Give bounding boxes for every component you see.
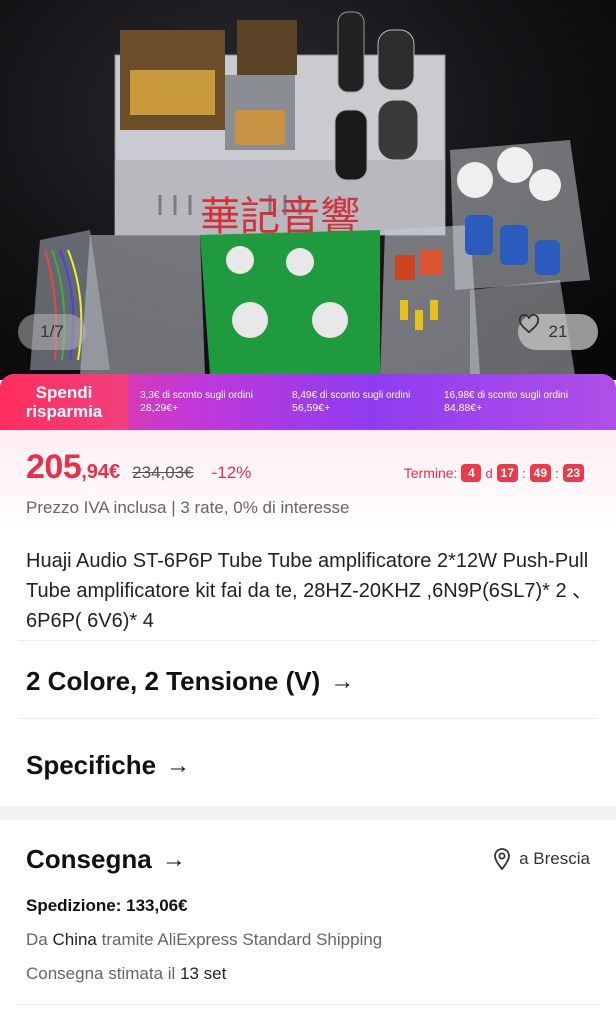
image-counter: 1/7 bbox=[18, 314, 86, 350]
price-decimal: ,94€ bbox=[81, 461, 121, 483]
product-title: Huaji Audio ST-6P6P Tube Tube amplificat… bbox=[26, 550, 593, 632]
price-row: 205 ,94€ 234,03€ -12% bbox=[26, 448, 251, 487]
specifications-label: Specifiche bbox=[26, 750, 157, 780]
countdown-hours: 17 bbox=[496, 464, 519, 482]
shipping-origin-prefix: Da bbox=[26, 930, 53, 949]
price-section: 205 ,94€ 234,03€ -12% Termine: 4 d 17 : … bbox=[0, 430, 616, 530]
product-image-gallery[interactable]: 華記音響 1/7 21 bbox=[0, 0, 616, 380]
variants-selector[interactable]: 2 Colore, 2 Tensione (V) → bbox=[26, 666, 354, 697]
countdown-days: 4 bbox=[461, 464, 482, 482]
promo-tier-threshold: 84,88€+ bbox=[444, 402, 483, 414]
vat-installment-info: Prezzo IVA inclusa | 3 rate, 0% di inter… bbox=[26, 498, 350, 517]
discount-percent: -12% bbox=[211, 463, 252, 482]
sale-countdown: Termine: 4 d 17 : 49 : 23 bbox=[404, 464, 584, 482]
promo-tier: 16,98€ di sconto sugli ordini 84,88€+ bbox=[432, 389, 584, 415]
promo-tier-discount: 16,98€ di sconto sugli ordini bbox=[444, 390, 568, 401]
specifications-link[interactable]: Specifiche → bbox=[26, 750, 190, 781]
shipping-origin-country: China bbox=[52, 930, 97, 949]
favorites-count: 21 bbox=[548, 322, 568, 341]
promo-badge-line2: risparmia bbox=[25, 402, 103, 421]
delivery-estimate: Consegna stimata il 13 set bbox=[26, 964, 226, 984]
promo-tier-threshold: 56,59€+ bbox=[292, 402, 331, 414]
countdown-label: Termine: bbox=[403, 465, 458, 481]
delivery-location[interactable]: a Brescia bbox=[493, 848, 590, 870]
arrow-right-icon: → bbox=[330, 667, 355, 695]
location-pin-icon bbox=[494, 848, 511, 870]
shipping-origin-suffix: tramite AliExpress Standard Shipping bbox=[96, 930, 383, 949]
arrow-right-icon: → bbox=[166, 751, 191, 779]
divider bbox=[18, 1004, 598, 1005]
promo-tier-threshold: 28,29€+ bbox=[140, 402, 179, 414]
promo-tier: 8,49€ di sconto sugli ordini 56,59€+ bbox=[280, 389, 432, 415]
countdown-separator: : bbox=[555, 465, 559, 481]
favorite-button[interactable]: 21 bbox=[518, 314, 598, 350]
promo-badge-line1: Spendi bbox=[35, 383, 93, 402]
delivery-estimate-date: 13 set bbox=[180, 964, 227, 983]
promo-badge: Spendi risparmia bbox=[0, 374, 128, 430]
divider bbox=[18, 640, 598, 641]
delivery-link[interactable]: Consegna → bbox=[26, 844, 186, 875]
countdown-minutes: 49 bbox=[529, 464, 552, 482]
promo-tier: 3,3€ di sconto sugli ordini 28,29€+ bbox=[128, 389, 280, 415]
section-separator bbox=[0, 806, 616, 820]
promo-tier-discount: 8,49€ di sconto sugli ordini bbox=[292, 390, 411, 401]
countdown-separator: : bbox=[522, 465, 526, 481]
promo-banner[interactable]: Spendi risparmia 3,3€ di sconto sugli or… bbox=[0, 374, 616, 430]
promo-tier-discount: 3,3€ di sconto sugli ordini bbox=[140, 390, 253, 401]
shipping-cost: Spedizione: 133,06€ bbox=[26, 896, 188, 915]
countdown-seconds: 23 bbox=[562, 464, 584, 482]
price-integer: 205 bbox=[26, 448, 82, 486]
delivery-label: Consegna bbox=[26, 844, 152, 874]
delivery-location-text: a Brescia bbox=[519, 849, 590, 868]
original-price: 234,03€ bbox=[132, 463, 194, 482]
heart-icon bbox=[518, 314, 540, 334]
shipping-origin: Da China tramite AliExpress Standard Shi… bbox=[26, 930, 382, 950]
divider bbox=[18, 718, 598, 719]
countdown-days-unit: d bbox=[485, 465, 493, 481]
variants-label: 2 Colore, 2 Tensione (V) bbox=[26, 666, 321, 696]
delivery-estimate-prefix: Consegna stimata il bbox=[26, 964, 181, 983]
arrow-right-icon: → bbox=[161, 845, 186, 873]
